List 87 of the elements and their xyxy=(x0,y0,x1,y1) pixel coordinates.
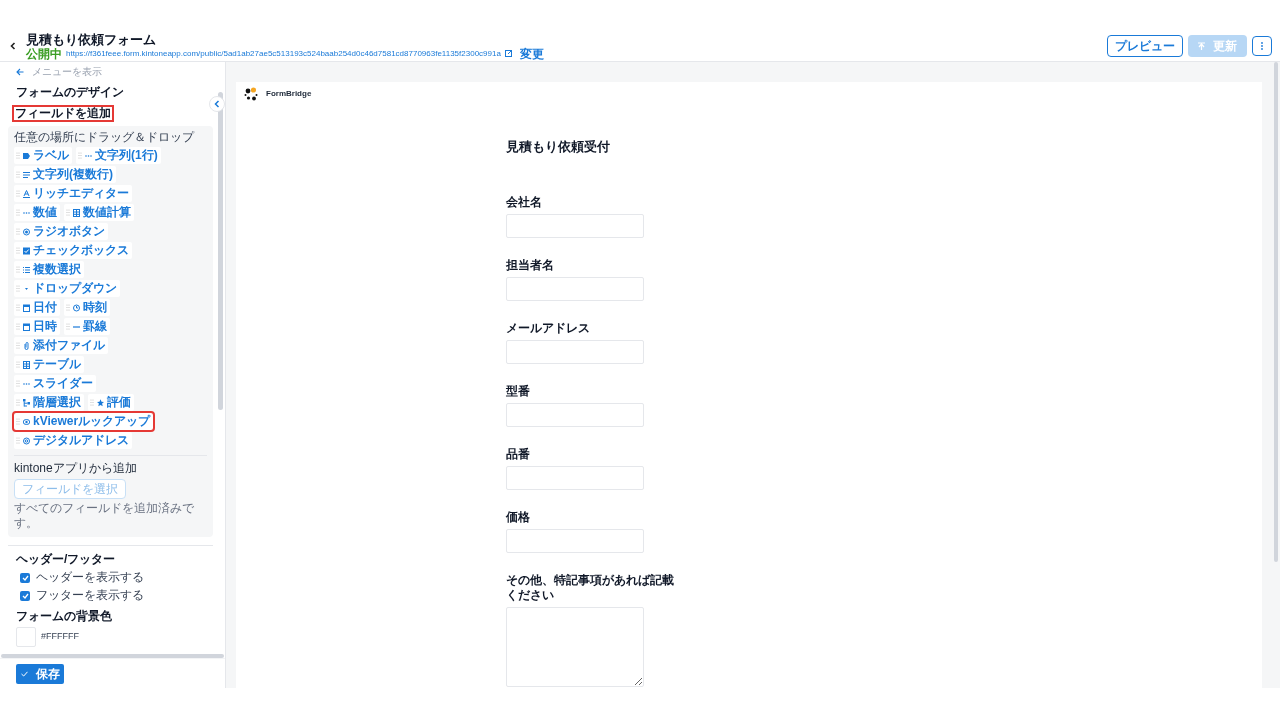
field-chip[interactable]: 評価 xyxy=(88,394,134,411)
brand-name: FormBridge xyxy=(266,88,312,100)
chevron-left-icon xyxy=(214,100,220,108)
tree-icon xyxy=(23,398,30,407)
field-chip[interactable]: リッチエディター xyxy=(14,185,132,202)
input-field[interactable] xyxy=(506,402,644,427)
calendar-icon xyxy=(23,322,30,331)
check-icon xyxy=(20,670,28,677)
field-chip[interactable]: 数値計算 xyxy=(64,204,134,221)
clock-icon xyxy=(73,303,80,312)
lines-icon xyxy=(23,170,30,179)
grid-icon xyxy=(73,208,80,217)
checkbox[interactable] xyxy=(20,572,30,583)
color-swatch[interactable] xyxy=(16,627,36,647)
field-chip[interactable]: ラベル xyxy=(14,147,72,164)
field-label: メールアドレス xyxy=(506,320,591,336)
circle-icon xyxy=(23,436,30,445)
palette-hint: 任意の場所にドラッグ＆ドロップ xyxy=(14,130,196,145)
field-chip[interactable]: 罫線 xyxy=(64,318,110,335)
section-heading: フィールドを追加 xyxy=(14,107,112,120)
field-label: その他、特記事項があれば記載ください xyxy=(506,572,675,603)
field-chip[interactable]: 階層選択 xyxy=(14,394,84,411)
field-chip[interactable]: デジタルアドレス xyxy=(14,432,132,449)
text-area[interactable] xyxy=(506,606,644,687)
field-chip[interactable]: 日時 xyxy=(14,318,60,335)
check-icon xyxy=(21,574,29,581)
section-heading: ヘッダー/フッター xyxy=(15,552,117,567)
input-field[interactable] xyxy=(506,339,644,364)
field-chip[interactable]: 添付ファイル xyxy=(14,337,108,354)
form-title: 見積もり依頼受付 xyxy=(506,138,611,156)
input-field[interactable] xyxy=(506,465,644,490)
checkbox-icon xyxy=(23,246,30,255)
collapse-button[interactable] xyxy=(209,96,225,112)
field-chip[interactable]: 文字列(1行) xyxy=(76,147,161,164)
section-heading: フォームの背景色 xyxy=(15,609,113,624)
field-chip[interactable]: 時刻 xyxy=(64,299,110,316)
color-value: #FFFFFF xyxy=(41,630,79,644)
checkbox[interactable] xyxy=(20,590,30,601)
tag-icon xyxy=(23,151,30,160)
checkbox-label: ヘッダーを表示する xyxy=(36,570,144,585)
menu-link[interactable]: メニューを表示 xyxy=(8,66,213,78)
eye-icon xyxy=(23,417,30,426)
helper-text: すべてのフィールドを追加済みです。 xyxy=(14,501,195,531)
field-label: 価格 xyxy=(506,509,531,525)
page-title: 見積もり依頼フォーム xyxy=(26,31,157,47)
calendar-icon xyxy=(23,303,30,312)
field-chip[interactable]: 複数選択 xyxy=(14,261,84,278)
field-chip[interactable]: kViewerルックアップ xyxy=(14,413,154,430)
radio-icon xyxy=(23,227,30,236)
input-field[interactable] xyxy=(506,528,644,553)
section-heading: kintoneアプリから追加 xyxy=(14,461,138,476)
brand-logo-icon xyxy=(244,87,258,101)
upload-icon xyxy=(1198,41,1205,50)
external-link-icon xyxy=(504,50,512,57)
field-chip[interactable]: 数値 xyxy=(14,204,60,221)
field-chip[interactable]: チェックボックス xyxy=(14,242,132,259)
input-field[interactable] xyxy=(506,213,644,238)
grid-icon xyxy=(23,360,30,369)
scrollbar[interactable] xyxy=(1274,62,1278,562)
paperclip-icon xyxy=(23,341,30,350)
field-chip[interactable]: ドロップダウン xyxy=(14,280,120,297)
checkbox-label: フッターを表示する xyxy=(36,588,144,603)
field-label: 会社名 xyxy=(506,194,543,210)
check-icon xyxy=(21,592,29,599)
back-icon[interactable] xyxy=(8,40,18,51)
field-label: 品番 xyxy=(506,446,531,462)
url-link[interactable]: https://f361feee.form.kintoneapp.com/public/5ad1ab27ae5c513193c524baab254d0c46d7581cd8770963fe1135f2300c991a xyxy=(66,47,501,60)
field-chip[interactable]: テーブル xyxy=(14,356,84,373)
preview-button[interactable]: プレビュー xyxy=(1107,34,1183,57)
input-field[interactable] xyxy=(506,276,644,301)
horizontal-scrollbar[interactable] xyxy=(1,654,224,658)
more-button[interactable] xyxy=(1252,35,1272,56)
field-label: 担当者名 xyxy=(506,257,555,273)
status-label: 公開中 xyxy=(26,47,62,60)
field-chip[interactable]: 文字列(複数行) xyxy=(14,166,116,183)
field-chip[interactable]: 日付 xyxy=(14,299,60,316)
arrow-left-icon xyxy=(16,68,24,76)
scrollbar[interactable] xyxy=(218,92,223,410)
star-icon xyxy=(97,398,104,407)
change-link[interactable]: 変更 xyxy=(519,47,544,60)
field-chip[interactable]: スライダー xyxy=(14,375,96,392)
field-label: 型番 xyxy=(506,383,531,399)
panel-title: フォームのデザイン xyxy=(15,84,125,100)
field-chip[interactable]: ラジオボタン xyxy=(14,223,108,240)
list-icon xyxy=(23,265,30,274)
text-format-icon xyxy=(23,189,30,198)
save-button[interactable]: 保存 xyxy=(16,663,64,684)
